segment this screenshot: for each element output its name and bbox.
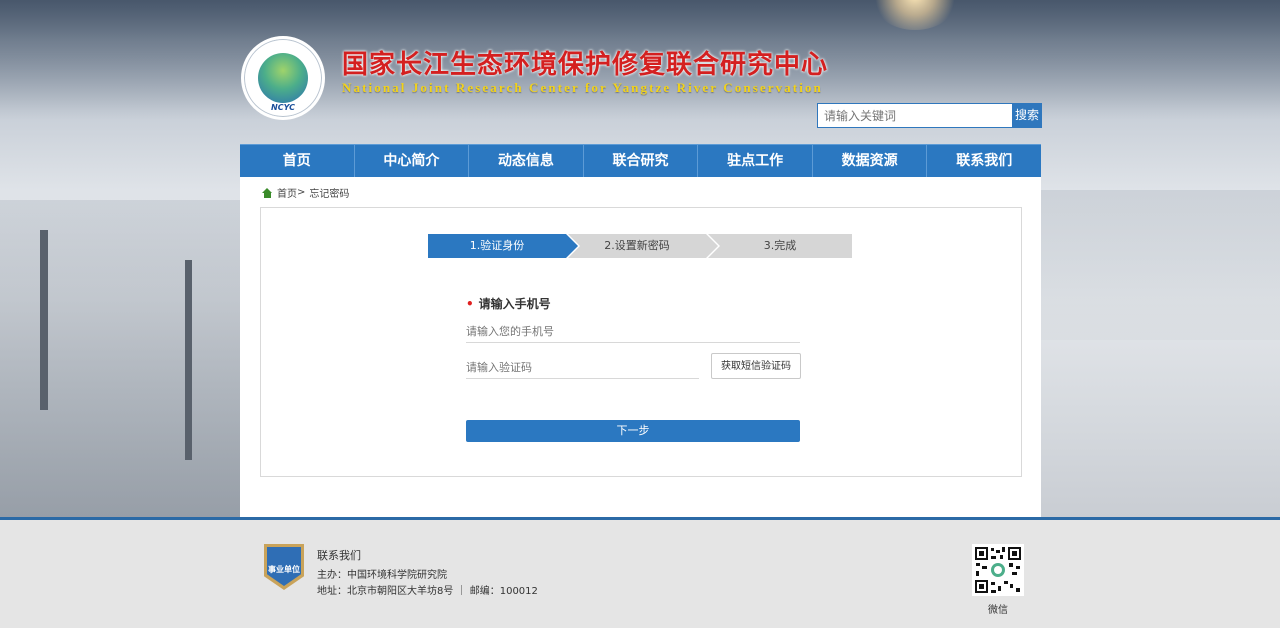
bridge-tower: [185, 260, 192, 460]
search-input[interactable]: [817, 103, 1013, 128]
breadcrumb-separator: >: [297, 187, 306, 198]
phone-label-text: 请输入手机号: [478, 297, 551, 311]
main-nav: 首页 中心简介 动态信息 联合研究 驻点工作 数据资源 联系我们: [240, 144, 1041, 178]
bridge-tower: [40, 230, 48, 410]
qr-caption: 微信: [988, 605, 1008, 616]
step-complete: 3.完成: [708, 234, 852, 258]
verification-code-input[interactable]: [466, 356, 699, 379]
get-sms-code-button[interactable]: 获取短信验证码: [711, 353, 801, 379]
site-logo[interactable]: NCYC: [241, 36, 325, 120]
step-set-new-password: 2.设置新密码: [568, 234, 720, 258]
nav-item-joint-research[interactable]: 联合研究: [584, 145, 699, 178]
content-panel: 首页 > 忘记密码 1.验证身份 2.设置新密码 3.完成 • 请输入手机号 获取…: [240, 177, 1041, 517]
phone-input[interactable]: [466, 320, 800, 343]
breadcrumb-current: 忘记密码: [309, 189, 350, 200]
nav-item-data-resources[interactable]: 数据资源: [813, 145, 928, 178]
step-indicator: 1.验证身份 2.设置新密码 3.完成: [428, 234, 852, 258]
nav-item-field-work[interactable]: 驻点工作: [698, 145, 813, 178]
required-mark: •: [466, 297, 474, 311]
site-title: 国家长江生态环境保护修复联合研究中心: [342, 50, 829, 80]
step-label: 2.设置新密码: [604, 239, 670, 252]
nav-item-home[interactable]: 首页: [240, 145, 355, 178]
next-step-button[interactable]: 下一步: [466, 420, 800, 442]
site-subtitle: National Joint Research Center for Yangt…: [342, 80, 823, 95]
step-label: 1.验证身份: [469, 239, 525, 252]
footer-address: 地址：北京市朝阳区大羊坊8号 ｜ 邮编：100012: [317, 586, 538, 597]
bridge-city-image: [0, 200, 240, 517]
qr-code-icon: [972, 544, 1024, 596]
step-verify-identity: 1.验证身份: [428, 234, 580, 258]
step-label: 3.完成: [763, 239, 797, 252]
phone-label: • 请输入手机号: [466, 295, 551, 312]
logo-text: NCYC: [271, 103, 295, 112]
breadcrumb: 首页 > 忘记密码: [262, 185, 349, 200]
nav-item-contact[interactable]: 联系我们: [927, 145, 1041, 178]
step-arrow-icon: [566, 234, 578, 258]
breadcrumb-home[interactable]: 首页: [277, 185, 297, 200]
nav-item-news[interactable]: 动态信息: [469, 145, 584, 178]
footer-contact-title: 联系我们: [317, 549, 361, 562]
logo-emblem-icon: [258, 53, 308, 103]
search-bar: 搜索: [817, 103, 1042, 128]
search-button[interactable]: 搜索: [1012, 103, 1042, 128]
wechat-qr-code: [972, 544, 1024, 596]
city-skyline-image: [1041, 190, 1280, 340]
public-institution-badge[interactable]: 事业单位: [264, 544, 304, 590]
home-icon: [262, 187, 273, 198]
footer-host: 主办：中国环境科学院研究院: [317, 570, 447, 581]
step-arrow-icon: [706, 234, 718, 258]
reset-password-box: 1.验证身份 2.设置新密码 3.完成 • 请输入手机号 获取短信验证码 下一步: [260, 207, 1022, 477]
badge-text: 事业单位: [268, 565, 300, 574]
site-footer: 事业单位 联系我们 主办：中国环境科学院研究院 地址：北京市朝阳区大羊坊8号 ｜…: [0, 517, 1280, 628]
nav-item-about[interactable]: 中心简介: [355, 145, 470, 178]
